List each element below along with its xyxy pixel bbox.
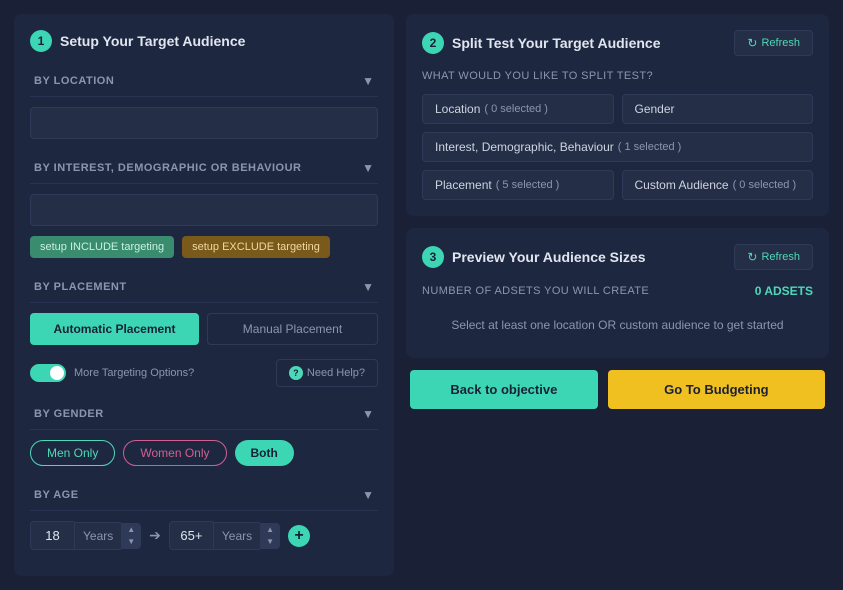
include-targeting-button[interactable]: setup INCLUDE targeting [30,236,174,258]
by-placement-header[interactable]: BY PLACEMENT ▼ [30,272,378,303]
targeting-tag-buttons: setup INCLUDE targeting setup EXCLUDE ta… [30,236,378,258]
bottom-buttons: Back to objective Go To Budgeting [406,370,829,409]
more-targeting-toggle[interactable] [30,364,66,382]
preview-refresh-icon: ↻ [747,250,757,264]
by-placement-chevron-icon: ▼ [362,280,374,294]
info-icon: ? [289,366,303,380]
age-max-group: 65+ Years ▲ ▼ [169,521,280,550]
by-gender-section: BY GENDER ▼ Men Only Women Only Both [30,399,378,466]
left-panel-header: 1 Setup Your Target Audience [30,30,378,52]
more-targeting-label: More Targeting Options? [74,367,194,379]
split-chip-custom-audience[interactable]: Custom Audience ( 0 selected ) [622,170,814,200]
gender-buttons: Men Only Women Only Both [30,440,378,466]
need-help-button[interactable]: ? Need Help? [276,359,378,387]
split-test-chips-grid: Location ( 0 selected ) Gender Interest,… [422,94,813,200]
preview-card-header: 3 Preview Your Audience Sizes ↻ Refresh [422,244,813,270]
age-arrow-icon: ➔ [149,527,161,544]
preview-card: 3 Preview Your Audience Sizes ↻ Refresh … [406,228,829,358]
step-2-circle: 2 [422,32,444,54]
by-location-label: BY LOCATION [34,75,114,87]
toggle-knob [50,366,64,380]
split-chip-location[interactable]: Location ( 0 selected ) [422,94,614,124]
split-test-refresh-label: Refresh [761,37,800,49]
by-interest-chevron-icon: ▼ [362,161,374,175]
split-chip-gender-label: Gender [635,102,675,116]
age-min-group: 18 Years ▲ ▼ [30,521,141,550]
more-targeting-row: More Targeting Options? ? Need Help? [30,359,378,387]
split-chip-custom-count: ( 0 selected ) [733,179,797,191]
preview-header-left: 3 Preview Your Audience Sizes [422,246,645,268]
men-only-button[interactable]: Men Only [30,440,115,466]
by-gender-label: BY GENDER [34,408,104,420]
by-gender-chevron-icon: ▼ [362,407,374,421]
by-placement-label: BY PLACEMENT [34,281,127,293]
split-chip-interest[interactable]: Interest, Demographic, Behaviour ( 1 sel… [422,132,813,162]
age-max-down-icon[interactable]: ▼ [261,536,279,548]
left-panel: 1 Setup Your Target Audience BY LOCATION… [14,14,394,576]
age-min-up-icon[interactable]: ▲ [122,524,140,536]
split-chip-custom-label: Custom Audience [635,178,729,192]
location-input[interactable] [30,107,378,139]
exclude-targeting-button[interactable]: setup EXCLUDE targeting [182,236,330,258]
split-chip-placement[interactable]: Placement ( 5 selected ) [422,170,614,200]
add-age-range-button[interactable]: + [288,525,310,547]
split-chip-location-count: ( 0 selected ) [484,103,548,115]
by-age-label: BY AGE [34,489,79,501]
by-interest-header[interactable]: BY INTEREST, DEMOGRAPHIC OR BEHAVIOUR ▼ [30,153,378,184]
more-targeting-toggle-container: More Targeting Options? [30,364,194,382]
refresh-icon: ↻ [747,36,757,50]
need-help-label: Need Help? [307,367,365,379]
age-max-value: 65+ [169,521,213,550]
split-chip-placement-label: Placement [435,178,492,192]
split-chip-interest-count: ( 1 selected ) [618,141,682,153]
age-min-value: 18 [30,521,74,550]
age-min-down-icon[interactable]: ▼ [122,536,140,548]
by-age-header[interactable]: BY AGE ▼ [30,480,378,511]
manual-placement-button[interactable]: Manual Placement [207,313,378,345]
placement-buttons: Automatic Placement Manual Placement [30,313,378,345]
women-only-button[interactable]: Women Only [123,440,226,466]
by-placement-section: BY PLACEMENT ▼ Automatic Placement Manua… [30,272,378,345]
split-test-header-left: 2 Split Test Your Target Audience [422,32,660,54]
by-age-section: BY AGE ▼ 18 Years ▲ ▼ ➔ 65+ Years [30,480,378,550]
by-age-chevron-icon: ▼ [362,488,374,502]
preview-refresh-button[interactable]: ↻ Refresh [734,244,813,270]
by-interest-label: BY INTEREST, DEMOGRAPHIC OR BEHAVIOUR [34,162,301,174]
by-interest-section: BY INTEREST, DEMOGRAPHIC OR BEHAVIOUR ▼ … [30,153,378,258]
go-to-budgeting-button[interactable]: Go To Budgeting [608,370,825,409]
step-3-circle: 3 [422,246,444,268]
age-max-spinner[interactable]: ▲ ▼ [260,523,280,549]
split-test-question: WHAT WOULD YOU LIKE TO SPLIT TEST? [422,70,813,82]
step-1-circle: 1 [30,30,52,52]
age-min-spinner[interactable]: ▲ ▼ [121,523,141,549]
by-location-header[interactable]: BY LOCATION ▼ [30,66,378,97]
adsets-label: NUMBER OF ADSETS YOU WILL CREATE [422,285,649,297]
preview-refresh-label: Refresh [761,251,800,263]
interest-input[interactable] [30,194,378,226]
age-min-unit: Years [74,522,121,550]
audience-message: Select at least one location OR custom a… [422,308,813,342]
left-panel-title: Setup Your Target Audience [60,33,245,49]
split-chip-location-label: Location [435,102,480,116]
split-chip-gender[interactable]: Gender [622,94,814,124]
right-panel: 2 Split Test Your Target Audience ↻ Refr… [406,14,829,576]
back-to-objective-button[interactable]: Back to objective [410,370,598,409]
split-test-refresh-button[interactable]: ↻ Refresh [734,30,813,56]
age-max-up-icon[interactable]: ▲ [261,524,279,536]
split-chip-interest-label: Interest, Demographic, Behaviour [435,140,614,154]
split-test-card: 2 Split Test Your Target Audience ↻ Refr… [406,14,829,216]
adsets-row: NUMBER OF ADSETS YOU WILL CREATE 0 ADSET… [422,284,813,298]
split-test-title: Split Test Your Target Audience [452,35,660,51]
split-chip-placement-count: ( 5 selected ) [496,179,560,191]
by-location-section: BY LOCATION ▼ [30,66,378,139]
adsets-count: 0 ADSETS [755,284,813,298]
preview-title: Preview Your Audience Sizes [452,249,645,265]
by-location-chevron-icon: ▼ [362,74,374,88]
both-genders-button[interactable]: Both [235,440,294,466]
age-max-unit: Years [213,522,260,550]
by-gender-header[interactable]: BY GENDER ▼ [30,399,378,430]
automatic-placement-button[interactable]: Automatic Placement [30,313,199,345]
age-row: 18 Years ▲ ▼ ➔ 65+ Years ▲ ▼ + [30,521,378,550]
split-test-card-header: 2 Split Test Your Target Audience ↻ Refr… [422,30,813,56]
